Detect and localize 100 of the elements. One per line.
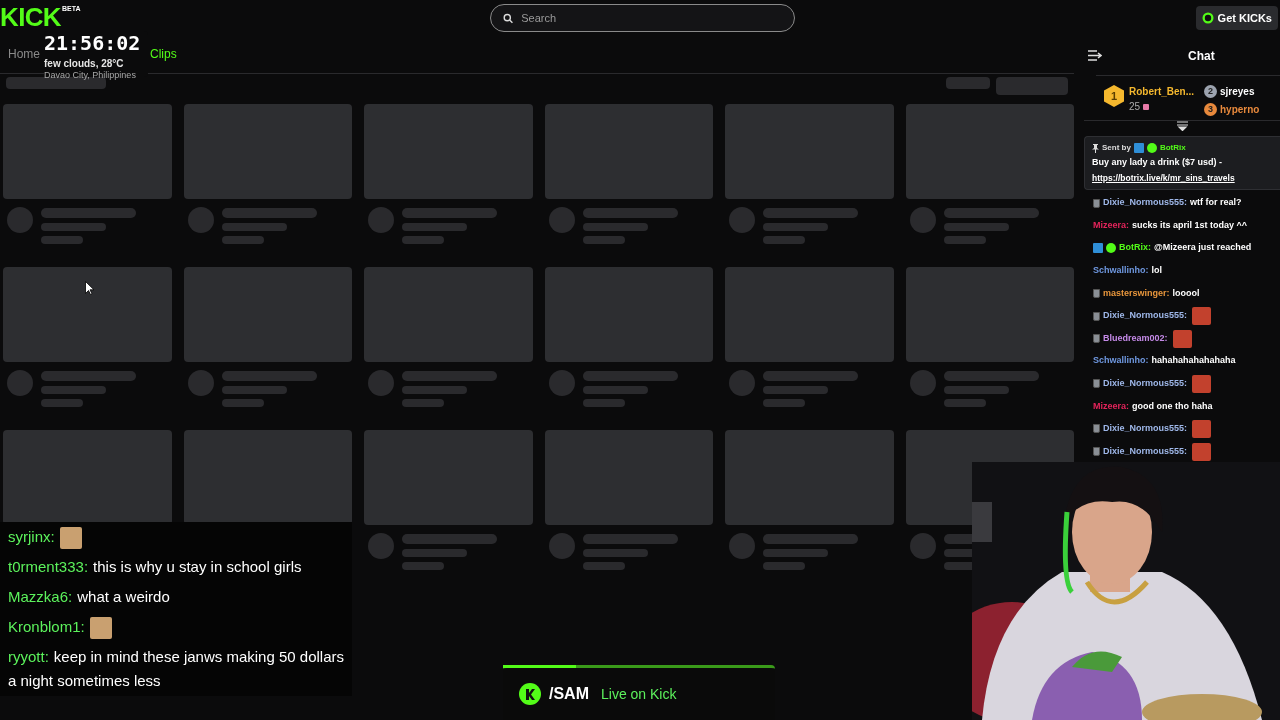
skeleton-bar	[763, 549, 828, 557]
chat-text: looool	[1172, 286, 1200, 300]
skeleton-bar	[402, 399, 444, 407]
coin-icon	[1201, 12, 1214, 24]
skeleton-bar	[943, 399, 986, 407]
skeleton-bar	[996, 77, 1068, 95]
chat-username: masterswinger:	[1103, 286, 1170, 300]
chat-text: hahahahahahahaha	[1151, 354, 1236, 368]
chat-text: sucks its april 1st today ^^	[1132, 218, 1248, 232]
chat-username: Bluedream002:	[1103, 331, 1168, 345]
skeleton-bar	[402, 386, 467, 394]
avatar-skeleton	[909, 207, 936, 233]
bot-badge-icon	[1133, 143, 1144, 153]
chat-text: @Mizeera just reached	[1154, 241, 1252, 255]
nav-tab[interactable]: Clips	[150, 45, 177, 63]
leaderboard-name: sjreyes	[1220, 85, 1255, 99]
avatar-skeleton	[909, 370, 936, 396]
gift-count: 25	[1129, 100, 1141, 114]
chat-text: lol	[1151, 264, 1162, 278]
chat-username: BotRix:	[1119, 241, 1151, 255]
avatar-skeleton	[7, 370, 33, 396]
rank-badge: 1	[1104, 85, 1124, 107]
skeleton-bar	[582, 386, 648, 394]
chat-username: Mizeera:	[1093, 218, 1129, 232]
avatar-skeleton	[187, 370, 214, 396]
avatar-skeleton	[548, 207, 575, 233]
avatar-skeleton	[729, 370, 755, 396]
skeleton-bar	[402, 562, 444, 570]
weather-text: few clouds, 28°C	[44, 59, 125, 69]
skeleton-bar	[402, 223, 467, 231]
pin-icon	[1092, 143, 1099, 153]
expand-icon[interactable]	[1176, 120, 1188, 131]
overlay-chat-message: Mazzka6: what a weirdo	[8, 588, 170, 606]
chat-username: Schwallinho:	[1093, 354, 1149, 368]
chat-text: good one tho haha	[1132, 399, 1213, 413]
skeleton-bar	[582, 236, 625, 244]
skeleton-bar	[41, 236, 83, 244]
search-field[interactable]: Search	[490, 4, 795, 32]
pinned-text: Buy any lady a drink ($7 usd) -	[1092, 156, 1224, 169]
overlay-chat-username: Kronblom1:	[8, 618, 85, 636]
skeleton-bar	[763, 223, 828, 231]
avatar-skeleton	[368, 207, 394, 233]
k-icon	[525, 688, 535, 700]
skeleton-bar	[582, 562, 625, 570]
overlay-chat-message: ryyott: keep in mind these janws making 50 dollars a night sometimes less	[8, 648, 344, 690]
rank-badge: 2	[1204, 85, 1217, 98]
skeleton-bar	[763, 399, 805, 407]
skeleton-bar	[41, 399, 83, 407]
skeleton-bar	[221, 236, 264, 244]
leaderboard-name: Robert_Ben...	[1129, 85, 1194, 99]
avatar-skeleton	[548, 370, 575, 396]
chat-username: Dixie_Normous555:	[1103, 309, 1188, 323]
pinned-link[interactable]: https://botrix.live/k/mr_sins_travels	[1092, 171, 1280, 185]
chat-username: Dixie_Normous555:	[1103, 444, 1188, 458]
collapse-icon[interactable]	[1088, 50, 1102, 61]
rank-badge: 3	[1204, 103, 1217, 116]
search-input[interactable]: Search	[521, 9, 782, 27]
clock-time: 21:56:02	[44, 33, 142, 53]
skeleton-bar	[41, 386, 106, 394]
chat-title: Chat	[1188, 47, 1215, 65]
verified-icon	[1146, 143, 1157, 153]
skeleton-bar	[763, 236, 805, 244]
chat-username: Mizeera:	[1093, 399, 1129, 413]
nav-tab[interactable]: Home	[8, 45, 40, 63]
pinned-label: Sent by	[1102, 142, 1131, 154]
logo[interactable]: KICK	[0, 4, 61, 30]
chat-username: Dixie_Normous555:	[1103, 422, 1188, 436]
avatar-skeleton	[7, 207, 33, 233]
overlay-chat-username: syrjinx:	[8, 528, 55, 545]
search-icon	[503, 12, 514, 24]
avatar-skeleton	[729, 207, 755, 233]
skeleton-bar	[763, 386, 828, 394]
streamer-name: /SAM	[549, 684, 589, 704]
chat-text: wtf for real?	[1190, 196, 1242, 210]
avatar-skeleton	[368, 533, 394, 559]
skeleton-bar	[943, 386, 1009, 394]
avatar-skeleton	[909, 533, 936, 559]
skeleton-bar	[582, 549, 648, 557]
skeleton-bar	[402, 549, 467, 557]
leaderboard-name: hyperno	[1220, 103, 1260, 117]
skeleton-bar	[402, 236, 444, 244]
skeleton-bar	[221, 386, 287, 394]
verified-icon	[1106, 243, 1116, 254]
avatar-skeleton	[548, 533, 575, 559]
pinned-sender: BotRix	[1159, 142, 1186, 154]
skeleton-bar	[221, 399, 264, 407]
skeleton-bar	[41, 223, 106, 231]
chat-username: Schwallinho:	[1093, 264, 1149, 278]
avatar-skeleton	[368, 370, 394, 396]
skeleton-bar	[943, 223, 1009, 231]
chat-username: Dixie_Normous555:	[1103, 377, 1188, 391]
chat-username: Dixie_Normous555:	[1103, 196, 1188, 210]
skeleton-bar	[943, 236, 986, 244]
gift-icon	[1143, 103, 1150, 110]
overlay-chat-message: t0rment333: this is why u stay in school girls	[8, 558, 302, 576]
get-kicks-button[interactable]: Get KICKs	[1195, 6, 1278, 30]
live-status: Live on Kick	[601, 684, 677, 704]
avatar-skeleton	[729, 533, 755, 559]
skeleton-bar	[946, 77, 990, 89]
skeleton-bar	[582, 223, 648, 231]
